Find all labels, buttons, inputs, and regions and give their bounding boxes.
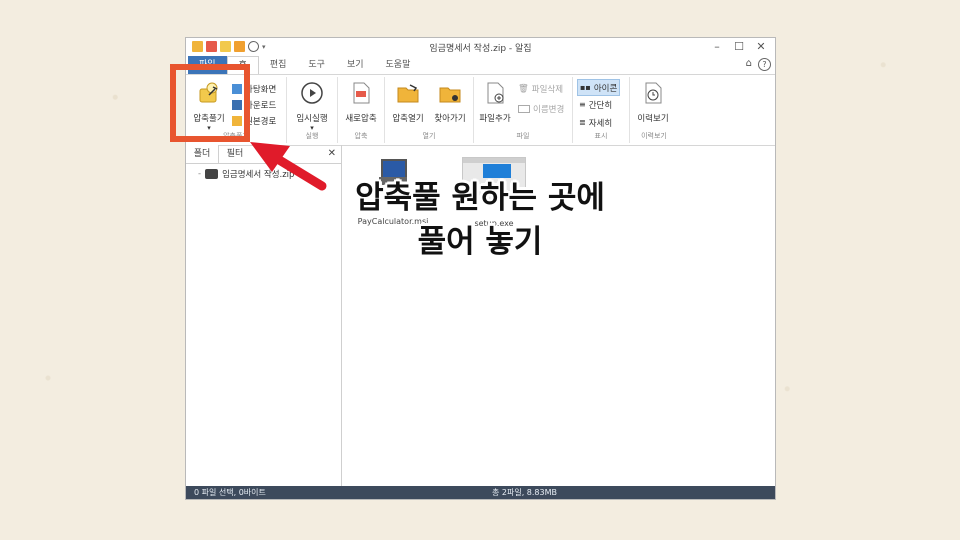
- group-compress-label: 압축: [354, 132, 368, 140]
- rename-icon: [518, 104, 530, 113]
- tab-folder[interactable]: 폴더: [186, 145, 219, 163]
- tree-item-archive[interactable]: - 임금명세서 작성.zip: [198, 168, 294, 180]
- delete-file-button[interactable]: 🗑 파일삭제: [518, 81, 563, 96]
- zip-file-icon: [353, 82, 370, 104]
- group-view: ▪▪ 아이콘 ≡ 간단히 ≣ 자세히 표시: [573, 77, 630, 143]
- help-icon[interactable]: ?: [758, 58, 771, 71]
- close-button[interactable]: ✕: [751, 39, 771, 53]
- view-detail-label: 자세히: [588, 118, 613, 129]
- window-title: 임금명세서 작성.zip - 알집: [429, 44, 532, 54]
- folder-pane-tabs: 폴더 필터 ✕: [186, 145, 341, 164]
- view-simple-button[interactable]: ≡ 간단히: [579, 97, 612, 112]
- group-history: 이력보기 이력보기: [630, 77, 678, 143]
- locate-button[interactable]: 찾아가기: [429, 81, 471, 124]
- view-icons-button[interactable]: ▪▪ 아이콘: [577, 79, 621, 96]
- open-archive-icon: [397, 84, 419, 103]
- add-file-button[interactable]: 파일추가: [474, 81, 516, 124]
- annotation-line-2: 풀어 놓기: [417, 224, 543, 260]
- app-window: ▾ 임금명세서 작성.zip - 알집 – ☐ ✕ 파일 홈 편집 도구 보기 …: [185, 37, 776, 500]
- delete-file-label: 파일삭제: [531, 84, 564, 95]
- detail-list-icon: ≣: [579, 118, 586, 127]
- highlight-box: [170, 64, 250, 142]
- maximize-button[interactable]: ☐: [729, 39, 749, 53]
- play-circle-icon: [301, 82, 323, 104]
- annotation-text: 압축풀 원하는 곳에 풀어 놓기: [320, 176, 640, 264]
- tab-help[interactable]: 도움말: [375, 56, 422, 74]
- group-file-label: 파일: [516, 132, 530, 140]
- history-button[interactable]: 이력보기: [632, 81, 674, 124]
- tab-tools[interactable]: 도구: [297, 56, 336, 74]
- group-open-label: 열기: [422, 132, 436, 140]
- group-run-label: 실행: [305, 132, 319, 140]
- pane-close-icon[interactable]: ✕: [328, 148, 336, 159]
- group-open: 압축열기 찾아가기 열기: [385, 77, 474, 143]
- group-run: 임시실행 ▾ 실행: [287, 77, 338, 143]
- window-controls: – ☐ ✕: [707, 39, 771, 53]
- tab-edit[interactable]: 편집: [259, 56, 298, 74]
- tab-view[interactable]: 보기: [336, 56, 375, 74]
- new-compress-button[interactable]: 새로압축: [340, 81, 382, 124]
- ribbon: 압축풀기 ▾ 바탕화면 다운로드 원본경로 압축풀기 임시실행 ▾ 실행 새로압…: [186, 74, 775, 146]
- history-label: 이력보기: [637, 114, 669, 124]
- group-file: 파일추가 🗑 파일삭제 이름변경 파일: [474, 77, 573, 143]
- minimize-button[interactable]: –: [707, 39, 727, 53]
- archive-icon: [205, 169, 219, 179]
- view-simple-label: 간단히: [588, 100, 613, 111]
- group-history-label: 이력보기: [641, 132, 667, 140]
- status-total: 총 2파일, 8.83MB: [492, 488, 558, 497]
- group-view-label: 표시: [594, 132, 608, 140]
- tab-filter[interactable]: 필터: [219, 145, 251, 163]
- open-archive-button[interactable]: 압축열기: [387, 81, 429, 124]
- tree-item-label: 임금명세서 작성.zip: [222, 170, 295, 180]
- rename-button[interactable]: 이름변경: [518, 101, 564, 116]
- status-bar: 0 파일 선택, 0바이트 총 2파일, 8.83MB: [186, 486, 775, 499]
- locate-label: 찾아가기: [434, 114, 466, 124]
- status-selection: 0 파일 선택, 0바이트: [194, 488, 266, 497]
- add-file-icon: [487, 82, 504, 104]
- group-compress: 새로압축 압축: [338, 77, 385, 143]
- grid-icon: ▪▪: [580, 83, 591, 92]
- view-detail-button[interactable]: ≣ 자세히: [579, 115, 612, 130]
- new-compress-label: 새로압축: [345, 114, 377, 124]
- ribbon-right-controls: ⌂ ?: [746, 58, 771, 71]
- ribbon-tabs: 파일 홈 편집 도구 보기 도움말: [186, 56, 775, 75]
- view-icons-label: 아이콘: [593, 83, 618, 94]
- annotation-line-1: 압축풀 원하는 곳에: [355, 180, 605, 216]
- open-archive-label: 압축열기: [392, 114, 424, 124]
- history-icon: [645, 82, 662, 104]
- temp-run-button[interactable]: 임시실행 ▾: [291, 81, 333, 132]
- folder-locate-icon: [439, 87, 461, 103]
- temp-run-label: 임시실행: [296, 114, 328, 124]
- collapse-ribbon-icon[interactable]: ⌂: [746, 58, 752, 71]
- title-bar: ▾ 임금명세서 작성.zip - 알집 – ☐ ✕: [186, 38, 775, 56]
- list-icon: ≡: [579, 100, 586, 109]
- tree-expand-icon[interactable]: -: [198, 169, 201, 179]
- trash-icon: 🗑: [518, 83, 529, 94]
- add-file-label: 파일추가: [479, 114, 511, 124]
- folder-pane: 폴더 필터 ✕ - 임금명세서 작성.zip: [186, 145, 342, 488]
- rename-label: 이름변경: [533, 104, 565, 115]
